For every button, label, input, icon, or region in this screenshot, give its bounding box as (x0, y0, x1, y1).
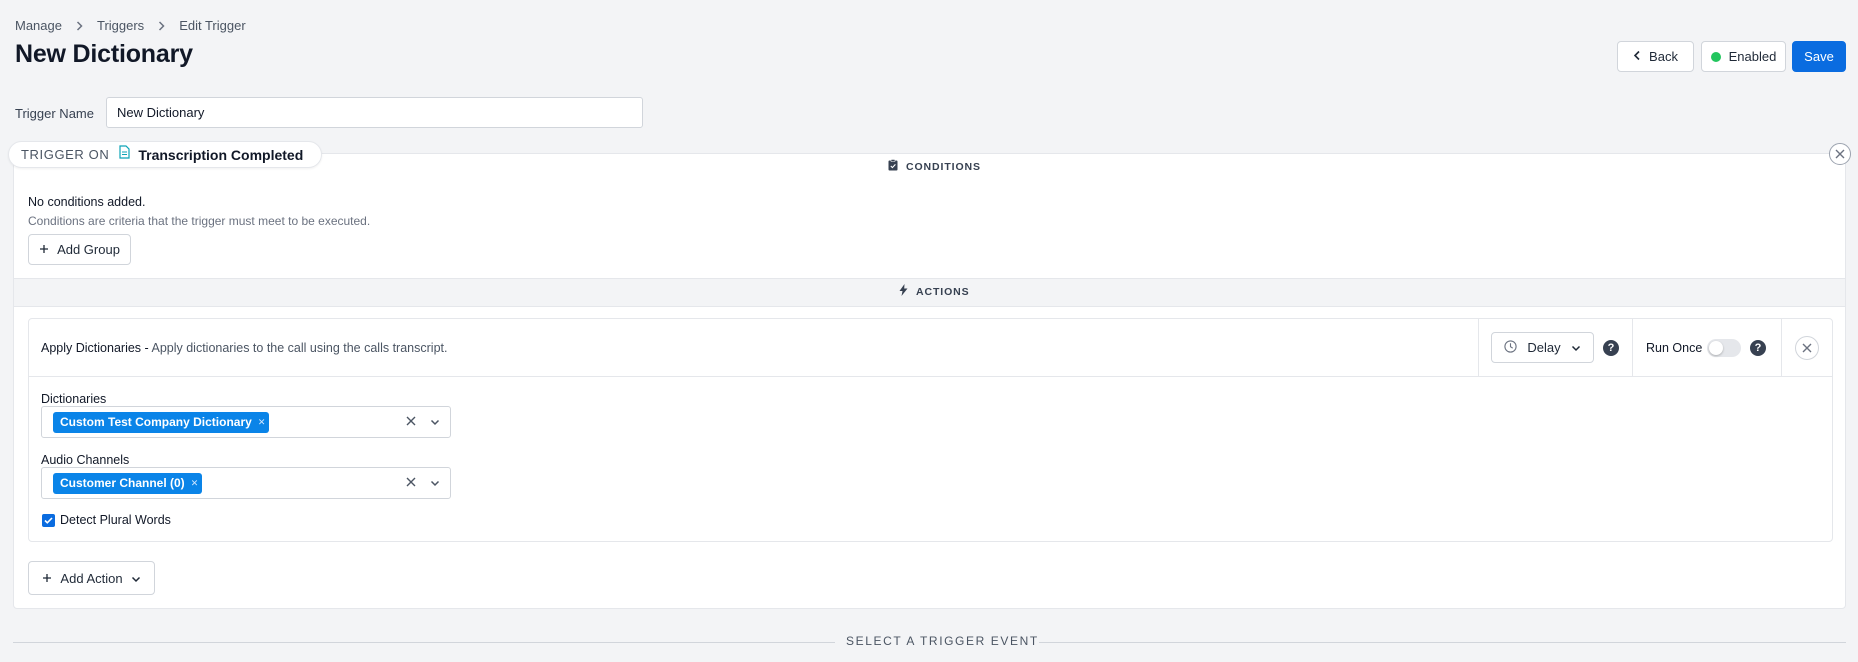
breadcrumb-item-edit-trigger: Edit Trigger (179, 18, 246, 33)
breadcrumb: Manage Triggers Edit Trigger (15, 18, 246, 33)
save-button[interactable]: Save (1792, 41, 1846, 72)
trigger-name-label: Trigger Name (15, 106, 94, 121)
divider (1020, 642, 1846, 643)
breadcrumb-item-triggers[interactable]: Triggers (97, 18, 144, 33)
back-button[interactable]: Back (1617, 41, 1694, 72)
clear-icon[interactable] (406, 474, 416, 492)
clock-icon (1504, 339, 1518, 356)
add-action-button[interactable]: Add Action (28, 561, 155, 595)
conditions-description: Conditions are criteria that the trigger… (28, 214, 371, 228)
chevron-right-icon (76, 20, 83, 31)
action-title: Apply Dictionaries - Apply dictionaries … (41, 341, 447, 355)
run-once-help-icon[interactable]: ? (1750, 340, 1766, 356)
add-group-label: Add Group (57, 242, 120, 257)
actions-title: ACTIONS (916, 285, 970, 298)
plus-icon (42, 571, 52, 586)
chevron-down-icon[interactable] (430, 474, 440, 492)
toggle-knob (1709, 341, 1723, 355)
run-once-toggle[interactable] (1707, 339, 1741, 357)
detect-plural-checkbox[interactable] (42, 514, 55, 527)
back-button-label: Back (1649, 49, 1678, 64)
dictionaries-select[interactable]: Custom Test Company Dictionary ✕ (41, 406, 451, 438)
run-once-label: Run Once (1646, 341, 1703, 355)
close-trigger-icon[interactable] (1829, 143, 1851, 165)
action-name: Apply Dictionaries - (41, 341, 149, 355)
trigger-on-label: TRIGGER ON (21, 147, 110, 162)
plus-icon (39, 242, 49, 257)
document-icon (119, 145, 130, 164)
divider (1781, 319, 1782, 376)
dictionaries-label: Dictionaries (41, 392, 107, 406)
dictionary-chip-label: Custom Test Company Dictionary (60, 415, 252, 429)
chevron-right-icon (158, 20, 165, 31)
chevron-down-icon[interactable] (430, 413, 440, 431)
divider (1478, 319, 1479, 376)
audio-channel-chip-label: Customer Channel (0) (60, 476, 185, 490)
dictionary-chip[interactable]: Custom Test Company Dictionary ✕ (53, 411, 270, 433)
lightning-icon (899, 284, 908, 299)
chevron-left-icon (1633, 49, 1641, 64)
status-dot-icon (1710, 51, 1721, 62)
clear-icon[interactable] (406, 413, 416, 431)
enabled-label: Enabled (1728, 49, 1777, 64)
chip-remove-icon[interactable]: ✕ (258, 417, 266, 428)
save-button-label: Save (1804, 49, 1834, 64)
conditions-title: CONDITIONS (906, 160, 981, 173)
chip-remove-icon[interactable]: ✕ (191, 478, 199, 489)
trigger-on-pill[interactable]: TRIGGER ON Transcription Completed (8, 141, 323, 168)
action-description: Apply dictionaries to the call using the… (151, 341, 448, 355)
actions-header: ACTIONS (899, 284, 970, 299)
no-conditions-title: No conditions added. (28, 195, 146, 209)
page-title: New Dictionary (15, 40, 193, 68)
remove-action-icon[interactable] (1795, 336, 1819, 360)
chevron-down-icon (1571, 340, 1581, 355)
trigger-name-input[interactable] (106, 97, 643, 128)
delay-dropdown[interactable]: Delay (1491, 332, 1594, 363)
clipboard-check-icon (888, 159, 898, 174)
audio-channels-label: Audio Channels (41, 453, 130, 467)
select-trigger-event-label[interactable]: SELECT A TRIGGER EVENT (846, 634, 1039, 648)
divider (1632, 319, 1633, 376)
enabled-toggle-button[interactable]: Enabled (1701, 41, 1786, 72)
audio-channels-select[interactable]: Customer Channel (0) ✕ (41, 467, 451, 499)
action-header-divider (29, 376, 1832, 377)
add-group-button[interactable]: Add Group (28, 234, 131, 265)
divider (13, 642, 835, 643)
chevron-down-icon (131, 571, 141, 586)
conditions-header: CONDITIONS (888, 159, 981, 174)
delay-help-icon[interactable]: ? (1603, 340, 1619, 356)
detect-plural-label: Detect Plural Words (60, 513, 171, 527)
add-action-label: Add Action (60, 570, 123, 586)
delay-label: Delay (1527, 340, 1561, 355)
trigger-event-name: Transcription Completed (138, 146, 304, 163)
breadcrumb-item-manage[interactable]: Manage (15, 18, 62, 33)
audio-channel-chip[interactable]: Customer Channel (0) ✕ (53, 472, 203, 494)
